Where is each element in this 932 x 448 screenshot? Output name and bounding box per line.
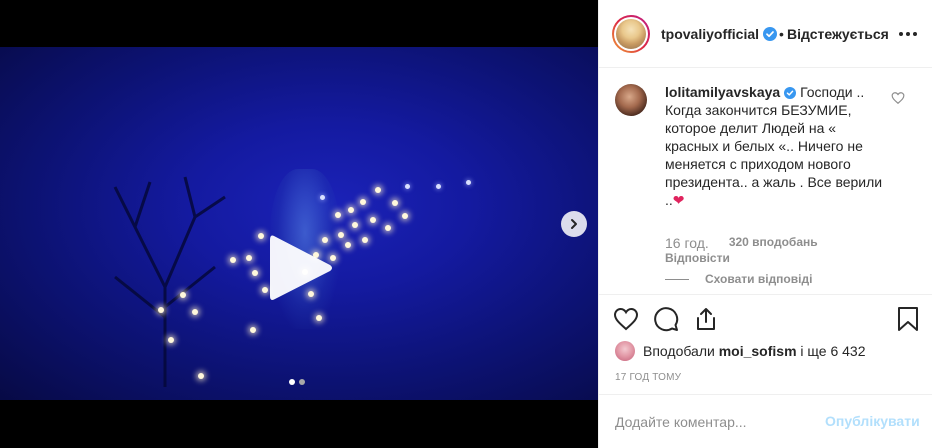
light-dot [402, 213, 408, 219]
comment-input[interactable] [615, 411, 815, 433]
heart-icon[interactable] [613, 306, 639, 332]
light-dot [158, 307, 164, 313]
tree-silhouette [113, 176, 226, 387]
owner-username: tpovaliyofficial [661, 26, 760, 42]
carousel-indicators [289, 379, 305, 385]
post-side-panel: tpovaliyofficial • Відстежується lolitam… [598, 0, 932, 448]
verified-badge-icon [784, 87, 797, 99]
light-dot [338, 232, 344, 238]
light-dot [252, 270, 258, 276]
reply-button[interactable]: Відповісти [665, 251, 730, 265]
owner-avatar-image [616, 19, 646, 49]
owner-username-link[interactable]: tpovaliyofficial [661, 26, 778, 42]
light-dot [352, 222, 358, 228]
light-dot [198, 373, 204, 379]
verified-badge-icon [763, 27, 778, 41]
liker-avatar[interactable] [615, 341, 635, 361]
likes-summary: Вподобали moi_sofism і ще 6 432 [615, 341, 866, 361]
light-dot [370, 217, 376, 223]
carousel-dot-active [289, 379, 295, 385]
heart-emoji: ❤ [672, 192, 685, 208]
commenter-avatar[interactable] [615, 84, 647, 116]
light-dot [320, 195, 325, 200]
light-dot [405, 184, 410, 189]
comment-composer: Опублікувати [599, 394, 932, 448]
post-actions [599, 302, 932, 336]
divider-line [665, 278, 689, 280]
light-dot [348, 207, 354, 213]
hide-replies-button[interactable]: Сховати відповіді [665, 272, 812, 286]
video-player[interactable] [0, 47, 598, 400]
comment-meta: 16 год. 320 вподобань [665, 235, 818, 251]
light-dot [250, 327, 256, 333]
light-dot [168, 337, 174, 343]
comment-icon[interactable] [653, 306, 679, 332]
light-dot [436, 184, 441, 189]
liker-username[interactable]: moi_sofism [719, 343, 797, 359]
comments-list: lolitamilyavskaya Господи .. Когда закон… [599, 69, 932, 295]
light-dot [180, 292, 186, 298]
owner-avatar[interactable] [612, 15, 650, 53]
light-dot [392, 200, 398, 206]
light-dot [246, 255, 252, 261]
post-timestamp[interactable]: 17 ГОД ТОМУ [615, 372, 681, 383]
more-options-icon[interactable] [896, 24, 920, 44]
likes-suffix[interactable]: і ще 6 432 [800, 343, 865, 359]
carousel-dot [299, 379, 305, 385]
light-dot [375, 187, 381, 193]
light-dot [258, 233, 264, 239]
media-area [0, 0, 598, 448]
light-dot [192, 309, 198, 315]
chevron-right-icon [571, 219, 577, 229]
hide-replies-label: Сховати відповіді [705, 272, 813, 286]
comment-likes-count[interactable]: 320 вподобань [729, 235, 818, 251]
play-icon[interactable] [266, 232, 336, 304]
publish-button[interactable]: Опублікувати [825, 413, 920, 429]
light-dot [230, 257, 236, 263]
carousel-next-button[interactable] [561, 211, 587, 237]
comment-time: 16 год. [665, 235, 709, 251]
light-dot [385, 225, 391, 231]
light-dot [362, 237, 368, 243]
instagram-post-view: tpovaliyofficial • Відстежується lolitam… [0, 0, 932, 448]
follow-separator: • [779, 26, 784, 42]
comment-text: Господи .. Когда закончится БЕЗУМИЕ, кот… [665, 84, 883, 208]
comment-like-heart-icon[interactable] [891, 91, 905, 105]
comment-body: lolitamilyavskaya Господи .. Когда закон… [665, 83, 887, 209]
share-icon[interactable] [693, 306, 719, 332]
bookmark-icon[interactable] [895, 306, 921, 332]
light-dot [360, 199, 366, 205]
following-button[interactable]: Відстежується [787, 26, 889, 42]
post-header: tpovaliyofficial • Відстежується [599, 0, 932, 68]
likes-prefix: Вподобали [643, 343, 715, 359]
light-dot [345, 242, 351, 248]
light-dot [466, 180, 471, 185]
commenter-username[interactable]: lolitamilyavskaya [665, 84, 780, 100]
light-dot [335, 212, 341, 218]
light-dot [316, 315, 322, 321]
